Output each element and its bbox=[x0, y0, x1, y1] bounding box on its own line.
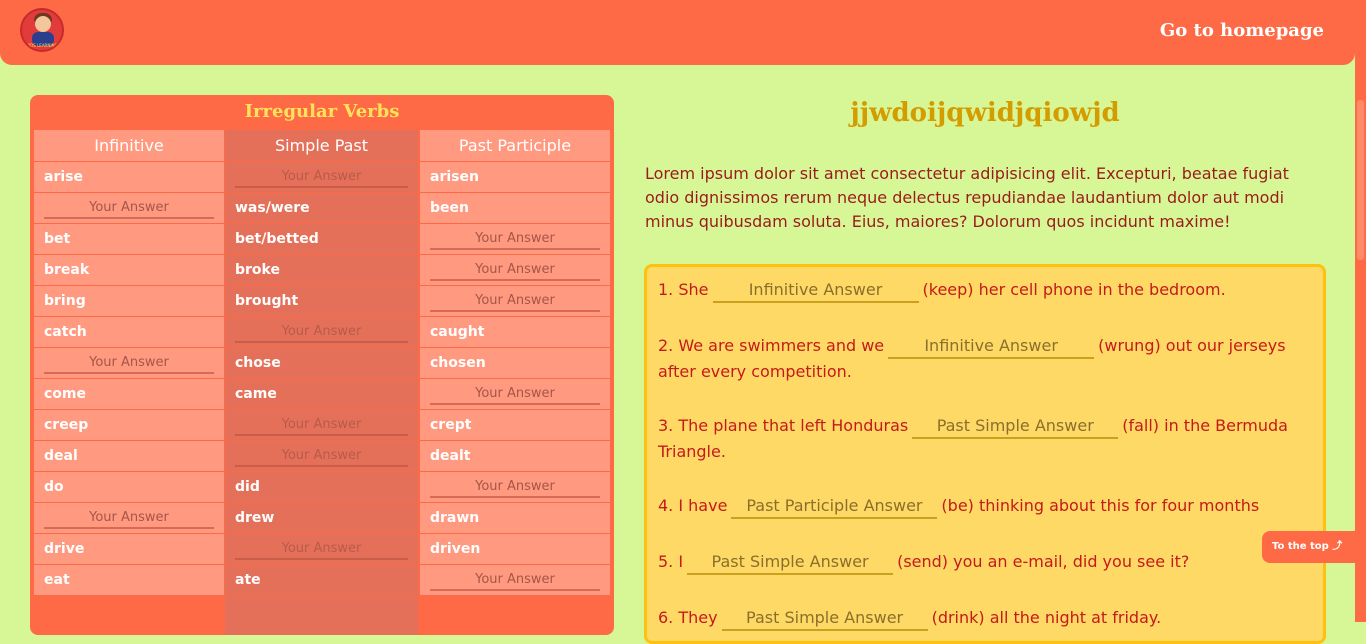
your-answer-input[interactable]: Your Answer bbox=[430, 385, 600, 405]
answer-input[interactable]: Past Simple Answer bbox=[721, 607, 928, 631]
past-participle-cell: Your Answer bbox=[420, 472, 610, 503]
logo-face bbox=[35, 16, 51, 32]
simple-past-cell: brought bbox=[225, 286, 418, 317]
exercise-intro: Lorem ipsum dolor sit amet consectetur a… bbox=[645, 164, 1289, 231]
past-participle-cell: Your Answer bbox=[420, 286, 610, 317]
simple-past-cell: Your Answer bbox=[225, 441, 418, 472]
infinitive-column: Infinitive arise Your Answer bet break bring… bbox=[34, 130, 224, 596]
your-answer-input[interactable]: Your Answer bbox=[235, 323, 408, 343]
past-participle-cell: Your Answer bbox=[420, 255, 610, 286]
go-to-homepage-link[interactable]: Go to homepage bbox=[1160, 20, 1324, 41]
question-text: (drink) all the night at friday. bbox=[931, 608, 1162, 627]
answer-input[interactable]: Past Participle Answer bbox=[731, 495, 938, 519]
question-text: 4. I have bbox=[658, 496, 728, 515]
your-answer-input[interactable]: Your Answer bbox=[44, 354, 214, 374]
question-5: 5. I Past Simple Answer (send) you an e-ma… bbox=[658, 549, 1308, 575]
infinitive-header: Infinitive bbox=[34, 130, 224, 162]
infinitive-cell: bet bbox=[34, 224, 224, 255]
scrollbar-thumb[interactable] bbox=[1357, 100, 1364, 260]
infinitive-cell: catch bbox=[34, 317, 224, 348]
past-participle-cell: caught bbox=[420, 317, 610, 348]
past-participle-cell: Your Answer bbox=[420, 379, 610, 410]
simple-past-cell: came bbox=[225, 379, 418, 410]
past-participle-cell: chosen bbox=[420, 348, 610, 379]
past-participle-header: Past Participle bbox=[420, 130, 610, 162]
simple-past-header: Simple Past bbox=[225, 130, 418, 162]
header: KIDS LEARNING Go to homepage bbox=[0, 0, 1355, 65]
past-participle-cell: arisen bbox=[420, 162, 610, 193]
your-answer-input[interactable]: Your Answer bbox=[430, 261, 600, 281]
answer-input[interactable]: Infinitive Answer bbox=[712, 279, 919, 303]
question-text: (send) you an e-mail, did you see it? bbox=[897, 552, 1190, 571]
your-answer-input[interactable]: Your Answer bbox=[430, 478, 600, 498]
simple-past-column: Simple Past Your Answer was/were bet/bette… bbox=[225, 130, 418, 635]
past-participle-cell: Your Answer bbox=[420, 565, 610, 596]
your-answer-input[interactable]: Your Answer bbox=[235, 168, 408, 188]
question-4: 4. I have Past Participle Answer (be) thin… bbox=[658, 493, 1308, 519]
to-the-top-button[interactable]: To the top ⤴ bbox=[1262, 531, 1356, 563]
exercise-title: jjwdoijqwidjqiowjd bbox=[850, 98, 1120, 128]
past-participle-cell: driven bbox=[420, 534, 610, 565]
infinitive-cell: creep bbox=[34, 410, 224, 441]
simple-past-cell: Your Answer bbox=[225, 410, 418, 441]
answer-input[interactable]: Infinitive Answer bbox=[888, 335, 1095, 359]
infinitive-cell: come bbox=[34, 379, 224, 410]
your-answer-input[interactable]: Your Answer bbox=[44, 199, 214, 219]
question-3: 3. The plane that left Honduras Past Simp… bbox=[658, 413, 1308, 465]
your-answer-input[interactable]: Your Answer bbox=[430, 292, 600, 312]
infinitive-cell: do bbox=[34, 472, 224, 503]
exercise-box: 1. She Infinitive Answer (keep) her cell p… bbox=[644, 264, 1326, 644]
infinitive-cell: eat bbox=[34, 565, 224, 596]
simple-past-cell: Your Answer bbox=[225, 534, 418, 565]
simple-past-cell: Your Answer bbox=[225, 162, 418, 193]
simple-past-cell: Your Answer bbox=[225, 317, 418, 348]
infinitive-cell: drive bbox=[34, 534, 224, 565]
question-text: 6. They bbox=[658, 608, 718, 627]
your-answer-input[interactable]: Your Answer bbox=[235, 540, 408, 560]
infinitive-cell: arise bbox=[34, 162, 224, 193]
question-2: 2. We are swimmers and we Infinitive Answ… bbox=[658, 333, 1308, 385]
simple-past-cell: chose bbox=[225, 348, 418, 379]
infinitive-cell: Your Answer bbox=[34, 503, 224, 534]
past-participle-column: Past Participle arisen been Your Answer You… bbox=[420, 130, 610, 596]
past-participle-cell: been bbox=[420, 193, 610, 224]
simple-past-cell: bet/betted bbox=[225, 224, 418, 255]
your-answer-input[interactable]: Your Answer bbox=[430, 571, 600, 591]
question-text: 5. I bbox=[658, 552, 684, 571]
your-answer-input[interactable]: Your Answer bbox=[235, 416, 408, 436]
infinitive-cell: Your Answer bbox=[34, 348, 224, 379]
infinitive-cell: Your Answer bbox=[34, 193, 224, 224]
simple-past-cell: broke bbox=[225, 255, 418, 286]
question-text: (keep) her cell phone in the bedroom. bbox=[922, 280, 1226, 299]
infinitive-cell: deal bbox=[34, 441, 224, 472]
simple-past-cell: ate bbox=[225, 565, 418, 596]
simple-past-cell: was/were bbox=[225, 193, 418, 224]
simple-past-cell: did bbox=[225, 472, 418, 503]
question-6: 6. They Past Simple Answer (drink) all the… bbox=[658, 605, 1308, 631]
logo-text: KIDS LEARNING bbox=[26, 43, 58, 48]
answer-input[interactable]: Past Simple Answer bbox=[912, 415, 1119, 439]
infinitive-cell: break bbox=[34, 255, 224, 286]
scrollbar[interactable] bbox=[1355, 0, 1366, 622]
question-text: 2. We are swimmers and we bbox=[658, 336, 885, 355]
past-participle-cell: Your Answer bbox=[420, 224, 610, 255]
irregular-verbs-panel: Irregular Verbs Infinitive arise Your Ans… bbox=[30, 95, 614, 635]
logo[interactable]: KIDS LEARNING bbox=[20, 8, 64, 52]
question-text: 1. She bbox=[658, 280, 709, 299]
question-text: (be) thinking about this for four months bbox=[941, 496, 1260, 515]
your-answer-input[interactable]: Your Answer bbox=[430, 230, 600, 250]
answer-input[interactable]: Past Simple Answer bbox=[687, 551, 894, 575]
your-answer-input[interactable]: Your Answer bbox=[235, 447, 408, 467]
question-text: 3. The plane that left Honduras bbox=[658, 416, 909, 435]
past-participle-cell: drawn bbox=[420, 503, 610, 534]
infinitive-cell: bring bbox=[34, 286, 224, 317]
verbs-title: Irregular Verbs bbox=[244, 101, 400, 122]
past-participle-cell: crept bbox=[420, 410, 610, 441]
question-1: 1. She Infinitive Answer (keep) her cell p… bbox=[658, 277, 1308, 303]
past-participle-cell: dealt bbox=[420, 441, 610, 472]
simple-past-cell: drew bbox=[225, 503, 418, 534]
your-answer-input[interactable]: Your Answer bbox=[44, 509, 214, 529]
